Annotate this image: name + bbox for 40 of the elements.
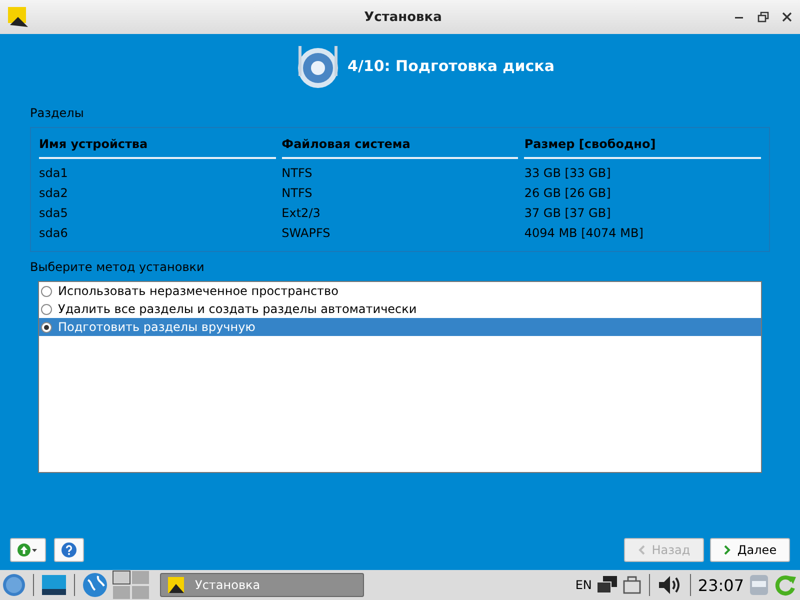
window-title: Установка bbox=[363, 10, 443, 24]
column-header[interactable]: Имя устройства bbox=[39, 131, 276, 159]
section-label: Разделы bbox=[30, 106, 85, 120]
table-cell-text: 37 GB [37 GB] bbox=[524, 205, 612, 222]
column-header[interactable]: Файловая система bbox=[282, 131, 518, 159]
keyboard-layout[interactable]: EN bbox=[575, 578, 592, 592]
clock[interactable]: 23:07 bbox=[698, 576, 744, 594]
next-button[interactable]: Далее bbox=[710, 538, 790, 562]
table-cell-text: NTFS bbox=[282, 165, 314, 182]
chevron-right-icon bbox=[723, 545, 732, 555]
table-cell-text: NTFS bbox=[282, 185, 314, 202]
table-cell-text: 4094 MB [4074 MB] bbox=[524, 225, 644, 242]
method-option[interactable]: Подготовить разделы вручную bbox=[39, 318, 761, 336]
chevron-left-icon bbox=[638, 545, 646, 555]
up-arrow-icon bbox=[17, 543, 39, 557]
help-icon bbox=[61, 542, 77, 558]
method-option[interactable]: Удалить все разделы и создать разделы автоматически bbox=[39, 300, 761, 318]
app-logo-icon bbox=[6, 5, 30, 29]
table-cell-text: 26 GB [26 GB] bbox=[524, 185, 612, 202]
table-cell-text: SWAPFS bbox=[282, 225, 332, 242]
table-cell-text: sda6 bbox=[39, 225, 69, 242]
network-icon[interactable] bbox=[596, 575, 618, 595]
update-button[interactable] bbox=[10, 538, 46, 562]
taskbar-task[interactable]: Установка bbox=[160, 573, 364, 597]
desktop-icon[interactable] bbox=[41, 573, 67, 597]
table-cell-text: sda2 bbox=[39, 185, 69, 202]
table-cell-text: 33 GB [33 GB] bbox=[524, 165, 612, 182]
table-cell-text: sda1 bbox=[39, 165, 69, 182]
app-logo-icon bbox=[167, 576, 185, 594]
window-icon[interactable] bbox=[622, 575, 642, 595]
column-header[interactable]: Размер [свободно] bbox=[524, 131, 762, 159]
restore-icon[interactable] bbox=[756, 10, 770, 24]
step-title: 4/10: Подготовка диска bbox=[348, 57, 554, 75]
help-button[interactable] bbox=[54, 538, 84, 562]
table-cell-text: Ext2/3 bbox=[282, 205, 322, 222]
close-icon[interactable] bbox=[780, 10, 794, 24]
table-cell-text: sda5 bbox=[39, 205, 69, 222]
method-option[interactable]: Использовать неразмеченное пространство bbox=[39, 282, 761, 300]
section-label: Выберите метод установки bbox=[30, 260, 206, 274]
workspace-switcher-icon[interactable] bbox=[112, 570, 150, 600]
